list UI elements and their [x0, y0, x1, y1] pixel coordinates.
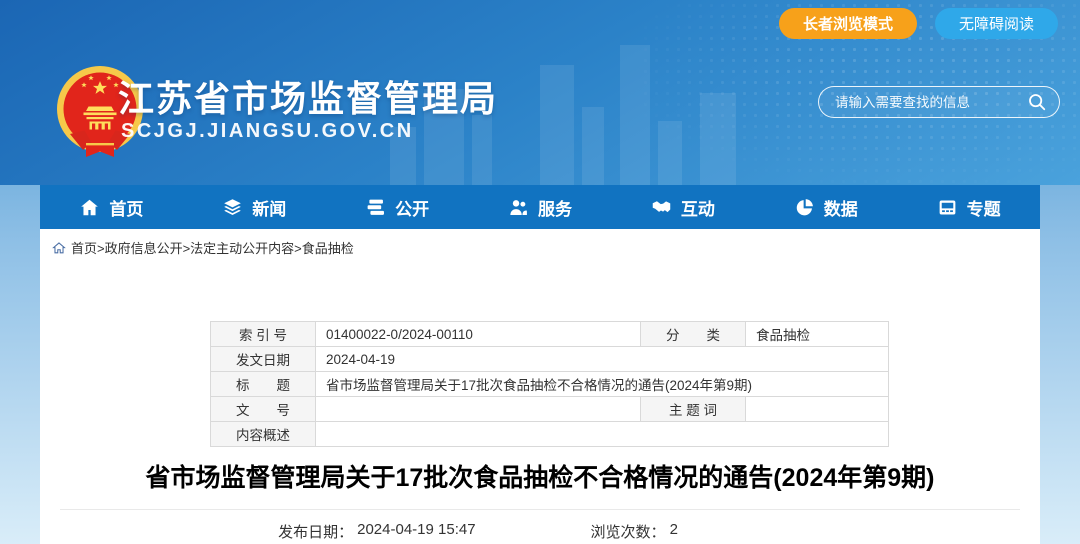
- title-value: 省市场监督管理局关于17批次食品抽检不合格情况的通告(2024年第9期): [316, 372, 889, 397]
- article-meta: 发布日期： 2024-04-19 15:47 浏览次数： 2: [0, 521, 978, 542]
- table-row: 内容概述: [211, 422, 889, 447]
- site-domain: SCJGJ.JIANGSU.GOV.CN: [121, 120, 414, 143]
- site-header: 江苏省市场监督管理局 SCJGJ.JIANGSU.GOV.CN 长者浏览模式 无…: [0, 0, 1080, 185]
- search-input[interactable]: [835, 95, 1027, 110]
- table-row: 标 题 省市场监督管理局关于17批次食品抽检不合格情况的通告(2024年第9期): [211, 372, 889, 397]
- table-row: 索 引 号 01400022-0/2024-00110 分 类 食品抽检: [211, 322, 889, 347]
- main-navigation: 首页 新闻 公开 服务: [40, 185, 1040, 229]
- summary-label: 内容概述: [211, 422, 316, 447]
- publish-date-label: 发布日期：: [278, 521, 353, 542]
- nav-item-news[interactable]: 新闻: [183, 185, 326, 229]
- building-decoration: [700, 93, 736, 185]
- handshake-icon: [651, 197, 672, 218]
- accessibility-read-button[interactable]: 无障碍阅读: [935, 8, 1058, 39]
- nav-label: 首页: [109, 195, 143, 220]
- index-value: 01400022-0/2024-00110: [316, 322, 641, 347]
- topic-panel-icon: [937, 197, 958, 218]
- nav-item-service[interactable]: 服务: [469, 185, 612, 229]
- nav-label: 数据: [824, 195, 858, 220]
- category-value: 食品抽检: [746, 322, 889, 347]
- table-row: 文 号 主 题 词: [211, 397, 889, 422]
- views-value: 2: [670, 521, 678, 542]
- elder-mode-button[interactable]: 长者浏览模式: [779, 8, 917, 39]
- search-icon[interactable]: [1027, 92, 1047, 112]
- article-title: 省市场监督管理局关于17批次食品抽检不合格情况的通告(2024年第9期): [40, 458, 1040, 494]
- home-icon: [79, 197, 100, 218]
- nav-item-open[interactable]: 公开: [326, 185, 469, 229]
- views-label: 浏览次数：: [591, 521, 666, 542]
- building-decoration: [540, 65, 574, 185]
- nav-label: 新闻: [252, 195, 286, 220]
- document-info-table: 索 引 号 01400022-0/2024-00110 分 类 食品抽检 发文日…: [210, 321, 889, 447]
- title-label: 标 题: [211, 372, 316, 397]
- building-decoration: [620, 45, 650, 185]
- site-title: 江苏省市场监督管理局: [118, 70, 498, 122]
- keywords-value: [746, 397, 889, 422]
- doc-number-value: [316, 397, 641, 422]
- breadcrumb-text: 首页>政府信息公开>法定主动公开内容>食品抽检: [71, 238, 354, 257]
- nav-item-topic[interactable]: 专题: [897, 185, 1040, 229]
- summary-value: [316, 422, 889, 447]
- keywords-label: 主 题 词: [641, 397, 746, 422]
- nav-item-home[interactable]: 首页: [40, 185, 183, 229]
- doc-number-label: 文 号: [211, 397, 316, 422]
- books-icon: [365, 197, 386, 218]
- main-container: 首页 新闻 公开 服务: [40, 185, 1040, 544]
- breadcrumb[interactable]: 首页>政府信息公开>法定主动公开内容>食品抽检: [40, 229, 1040, 257]
- issue-date-label: 发文日期: [211, 347, 316, 372]
- nav-item-interact[interactable]: 互动: [611, 185, 754, 229]
- pie-chart-icon: [794, 197, 815, 218]
- building-decoration: [582, 107, 604, 185]
- publish-date-value: 2024-04-19 15:47: [357, 521, 475, 542]
- nav-label: 专题: [967, 195, 1001, 220]
- nav-label: 互动: [681, 195, 715, 220]
- site-search-box[interactable]: [818, 86, 1060, 118]
- building-decoration: [658, 121, 682, 185]
- issue-date-value: 2024-04-19: [316, 347, 889, 372]
- nav-item-data[interactable]: 数据: [754, 185, 897, 229]
- nav-label: 公开: [395, 195, 429, 220]
- nav-label: 服务: [538, 195, 572, 220]
- divider-line: [60, 509, 1020, 510]
- index-label: 索 引 号: [211, 322, 316, 347]
- table-row: 发文日期 2024-04-19: [211, 347, 889, 372]
- building-decoration: [472, 115, 492, 185]
- people-icon: [508, 197, 529, 218]
- category-label: 分 类: [641, 322, 746, 347]
- news-layers-icon: [222, 197, 243, 218]
- home-outline-icon: [52, 241, 66, 255]
